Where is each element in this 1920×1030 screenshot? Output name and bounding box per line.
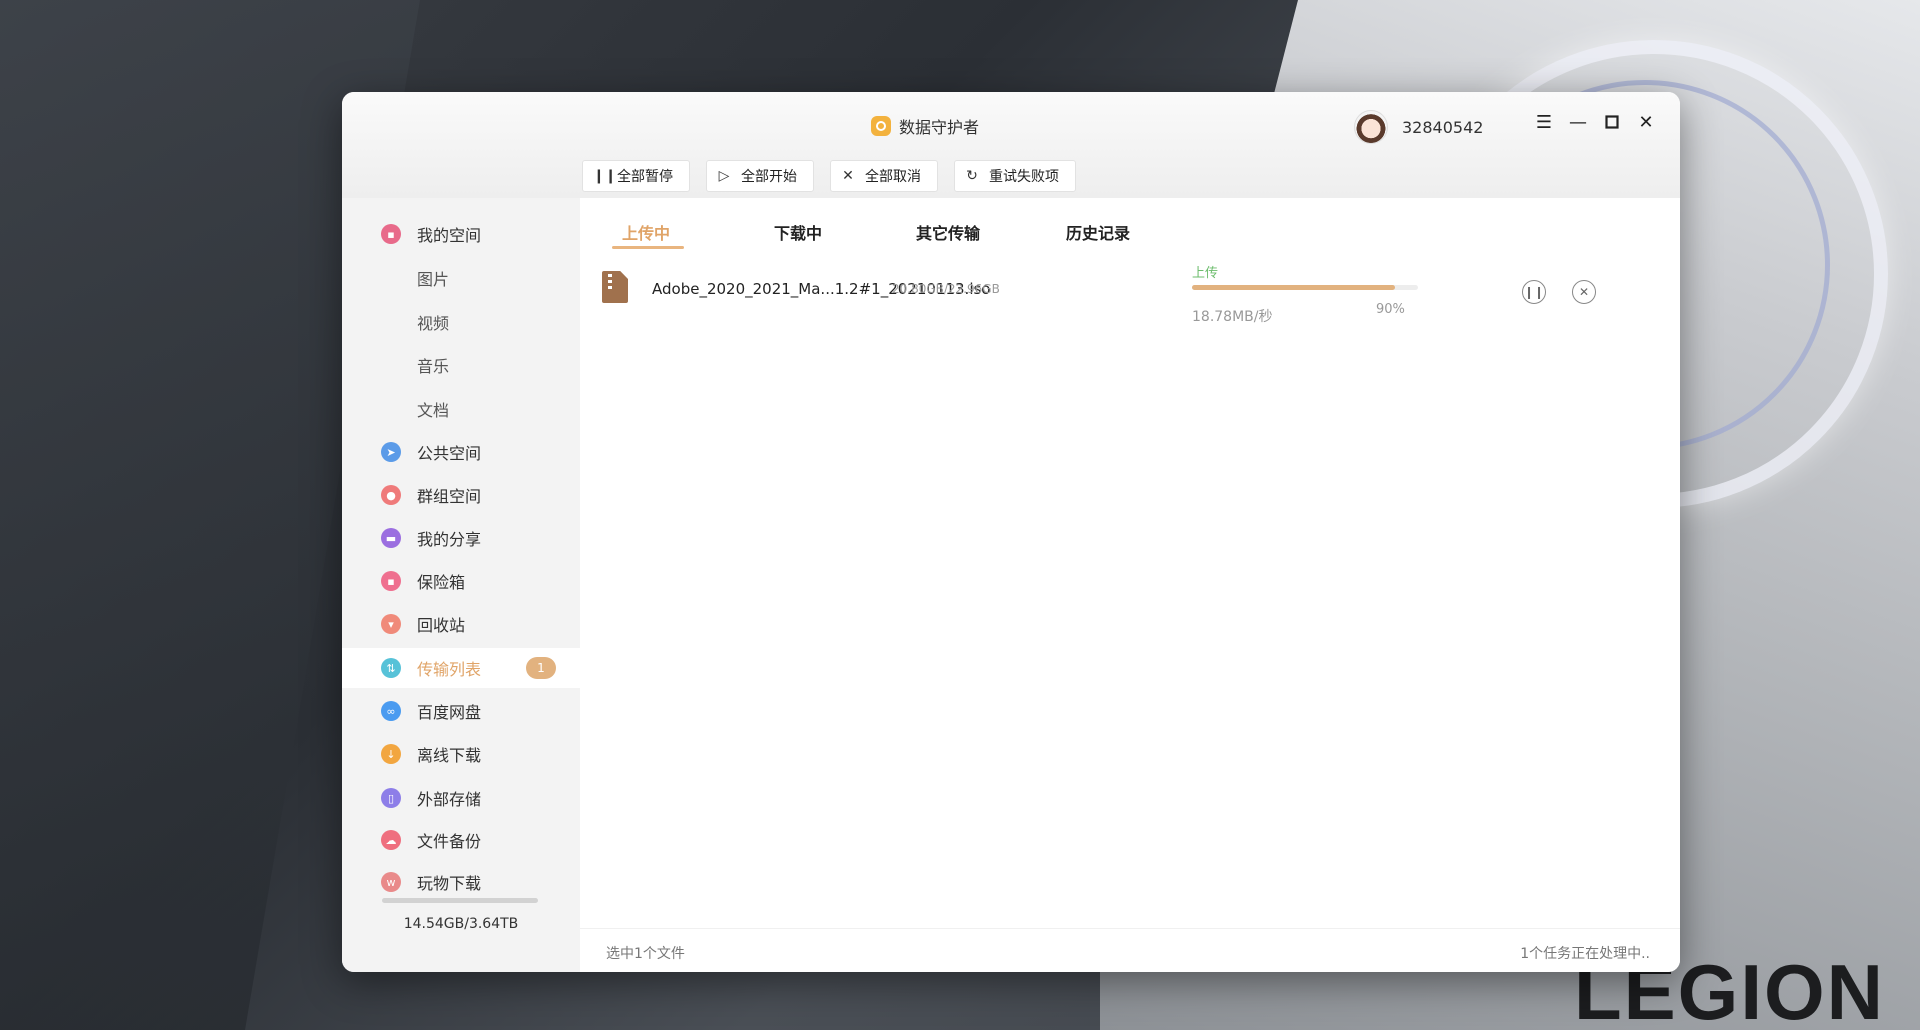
status-bar: 选中1个文件 1个任务正在处理中.. [580, 928, 1680, 972]
transfer-speed: 18.78MB/秒 [1192, 309, 1273, 325]
storage-usage-text: 14.54GB/3.64TB [403, 916, 519, 932]
start-all-button[interactable]: ▷ 全部开始 [706, 160, 814, 192]
tab-uploading[interactable]: 上传中 [622, 220, 670, 244]
sidebar-item-videos[interactable]: 视频 [342, 302, 580, 342]
sidebar-item-external-storage[interactable]: ▯ 外部存储 [342, 778, 580, 818]
user-id[interactable]: 32840542 [1402, 118, 1483, 137]
pause-icon: ❙❙ [1523, 285, 1545, 299]
sidebar-item-baidu-netdisk[interactable]: ∞ 百度网盘 [342, 691, 580, 731]
sidebar-item-my-space[interactable]: ▪ 我的空间 [342, 214, 580, 254]
file-size: 20.80GB/22.96GB [892, 282, 1000, 296]
transfer-row[interactable]: Adobe_2020_2021_Ma...1.2#1_20210113.iso … [580, 258, 1680, 326]
transfer-list-icon: ⇅ [381, 658, 401, 678]
task-status: 1个任务正在处理中.. [1520, 946, 1650, 962]
sidebar: ▪ 我的空间 图片 视频 音乐 文档 ➤ 公共空间 ● 群组空间 ▬ 我的分享 … [342, 198, 580, 972]
app-logo-icon [871, 116, 891, 136]
close-icon: ✕ [1578, 285, 1590, 299]
pause-transfer-button[interactable]: ❙❙ [1522, 280, 1546, 304]
progress-percent: 90% [1376, 302, 1405, 317]
sidebar-item-file-backup[interactable]: ☁ 文件备份 [342, 820, 580, 860]
avatar[interactable] [1354, 110, 1388, 144]
user-info[interactable]: 32840542 [1354, 110, 1483, 144]
my-share-icon: ▬ [381, 528, 401, 548]
sidebar-item-recycle-bin[interactable]: ▾ 回收站 [342, 604, 580, 644]
tab-history[interactable]: 历史记录 [1066, 220, 1130, 244]
public-space-icon: ➤ [381, 442, 401, 462]
sidebar-item-pictures[interactable]: 图片 [342, 258, 580, 298]
progress-bar [1192, 285, 1418, 290]
external-storage-icon: ▯ [381, 788, 401, 808]
menu-icon[interactable]: ☰ [1534, 112, 1554, 133]
sidebar-item-my-share[interactable]: ▬ 我的分享 [342, 518, 580, 558]
progress-bar-fill [1192, 285, 1396, 290]
baidu-netdisk-icon: ∞ [381, 701, 401, 721]
app-title-text: 数据守护者 [899, 118, 980, 137]
cancel-all-button[interactable]: ✕ 全部取消 [830, 160, 938, 192]
retry-icon: ↻ [966, 168, 978, 184]
sidebar-item-music[interactable]: 音乐 [342, 345, 580, 385]
recycle-bin-icon: ▾ [381, 614, 401, 634]
transfer-tabs: 上传中 下载中 其它传输 历史记录 [580, 198, 1680, 249]
main-panel: 上传中 下载中 其它传输 历史记录 Adobe_2020_2021_Ma...1… [580, 198, 1680, 972]
toolbar: ❙❙ 全部暂停 ▷ 全部开始 ✕ 全部取消 ↻ 重试失败项 [582, 160, 1076, 192]
cancel-icon: ✕ [842, 168, 854, 184]
wanwu-download-icon: w [381, 872, 401, 892]
tab-other-transfers[interactable]: 其它传输 [916, 220, 980, 244]
maximize-icon[interactable] [1602, 112, 1622, 132]
selection-status: 选中1个文件 [606, 946, 685, 962]
window-controls: ☰ — ✕ [1534, 112, 1656, 133]
group-space-icon: ● [381, 485, 401, 505]
sidebar-item-public-space[interactable]: ➤ 公共空间 [342, 432, 580, 472]
my-space-icon: ▪ [381, 224, 401, 244]
app-title: 数据守护者 [871, 114, 979, 138]
retry-failed-button[interactable]: ↻ 重试失败项 [954, 160, 1076, 192]
sidebar-item-transfer-list[interactable]: ⇅ 传输列表 1 [342, 648, 580, 688]
sidebar-item-wanwu-download[interactable]: w 玩物下载 [342, 862, 580, 902]
storage-usage-bar [382, 898, 538, 903]
safe-box-icon: ▪ [381, 571, 401, 591]
close-icon[interactable]: ✕ [1636, 112, 1656, 133]
active-tab-indicator [612, 246, 684, 249]
minimize-icon[interactable]: — [1568, 112, 1588, 133]
offline-download-icon: ↓ [381, 744, 401, 764]
zip-file-icon [602, 271, 628, 303]
sidebar-item-offline-download[interactable]: ↓ 离线下载 [342, 734, 580, 774]
sidebar-item-documents[interactable]: 文档 [342, 389, 580, 429]
transfer-count-badge: 1 [526, 657, 556, 679]
title-bar: 数据守护者 32840542 ☰ — ✕ ❙❙ 全部暂停 ▷ 全部开始 ✕ 全部… [342, 92, 1680, 198]
pause-all-button[interactable]: ❙❙ 全部暂停 [582, 160, 690, 192]
pause-icon: ❙❙ [593, 168, 617, 184]
cancel-transfer-button[interactable]: ✕ [1572, 280, 1596, 304]
transfer-status: 上传 [1192, 266, 1219, 281]
tab-downloading[interactable]: 下载中 [774, 220, 822, 244]
app-window: 数据守护者 32840542 ☰ — ✕ ❙❙ 全部暂停 ▷ 全部开始 ✕ 全部… [342, 92, 1680, 972]
play-icon: ▷ [718, 168, 730, 184]
sidebar-item-safe-box[interactable]: ▪ 保险箱 [342, 561, 580, 601]
sidebar-item-group-space[interactable]: ● 群组空间 [342, 475, 580, 515]
file-backup-icon: ☁ [381, 830, 401, 850]
